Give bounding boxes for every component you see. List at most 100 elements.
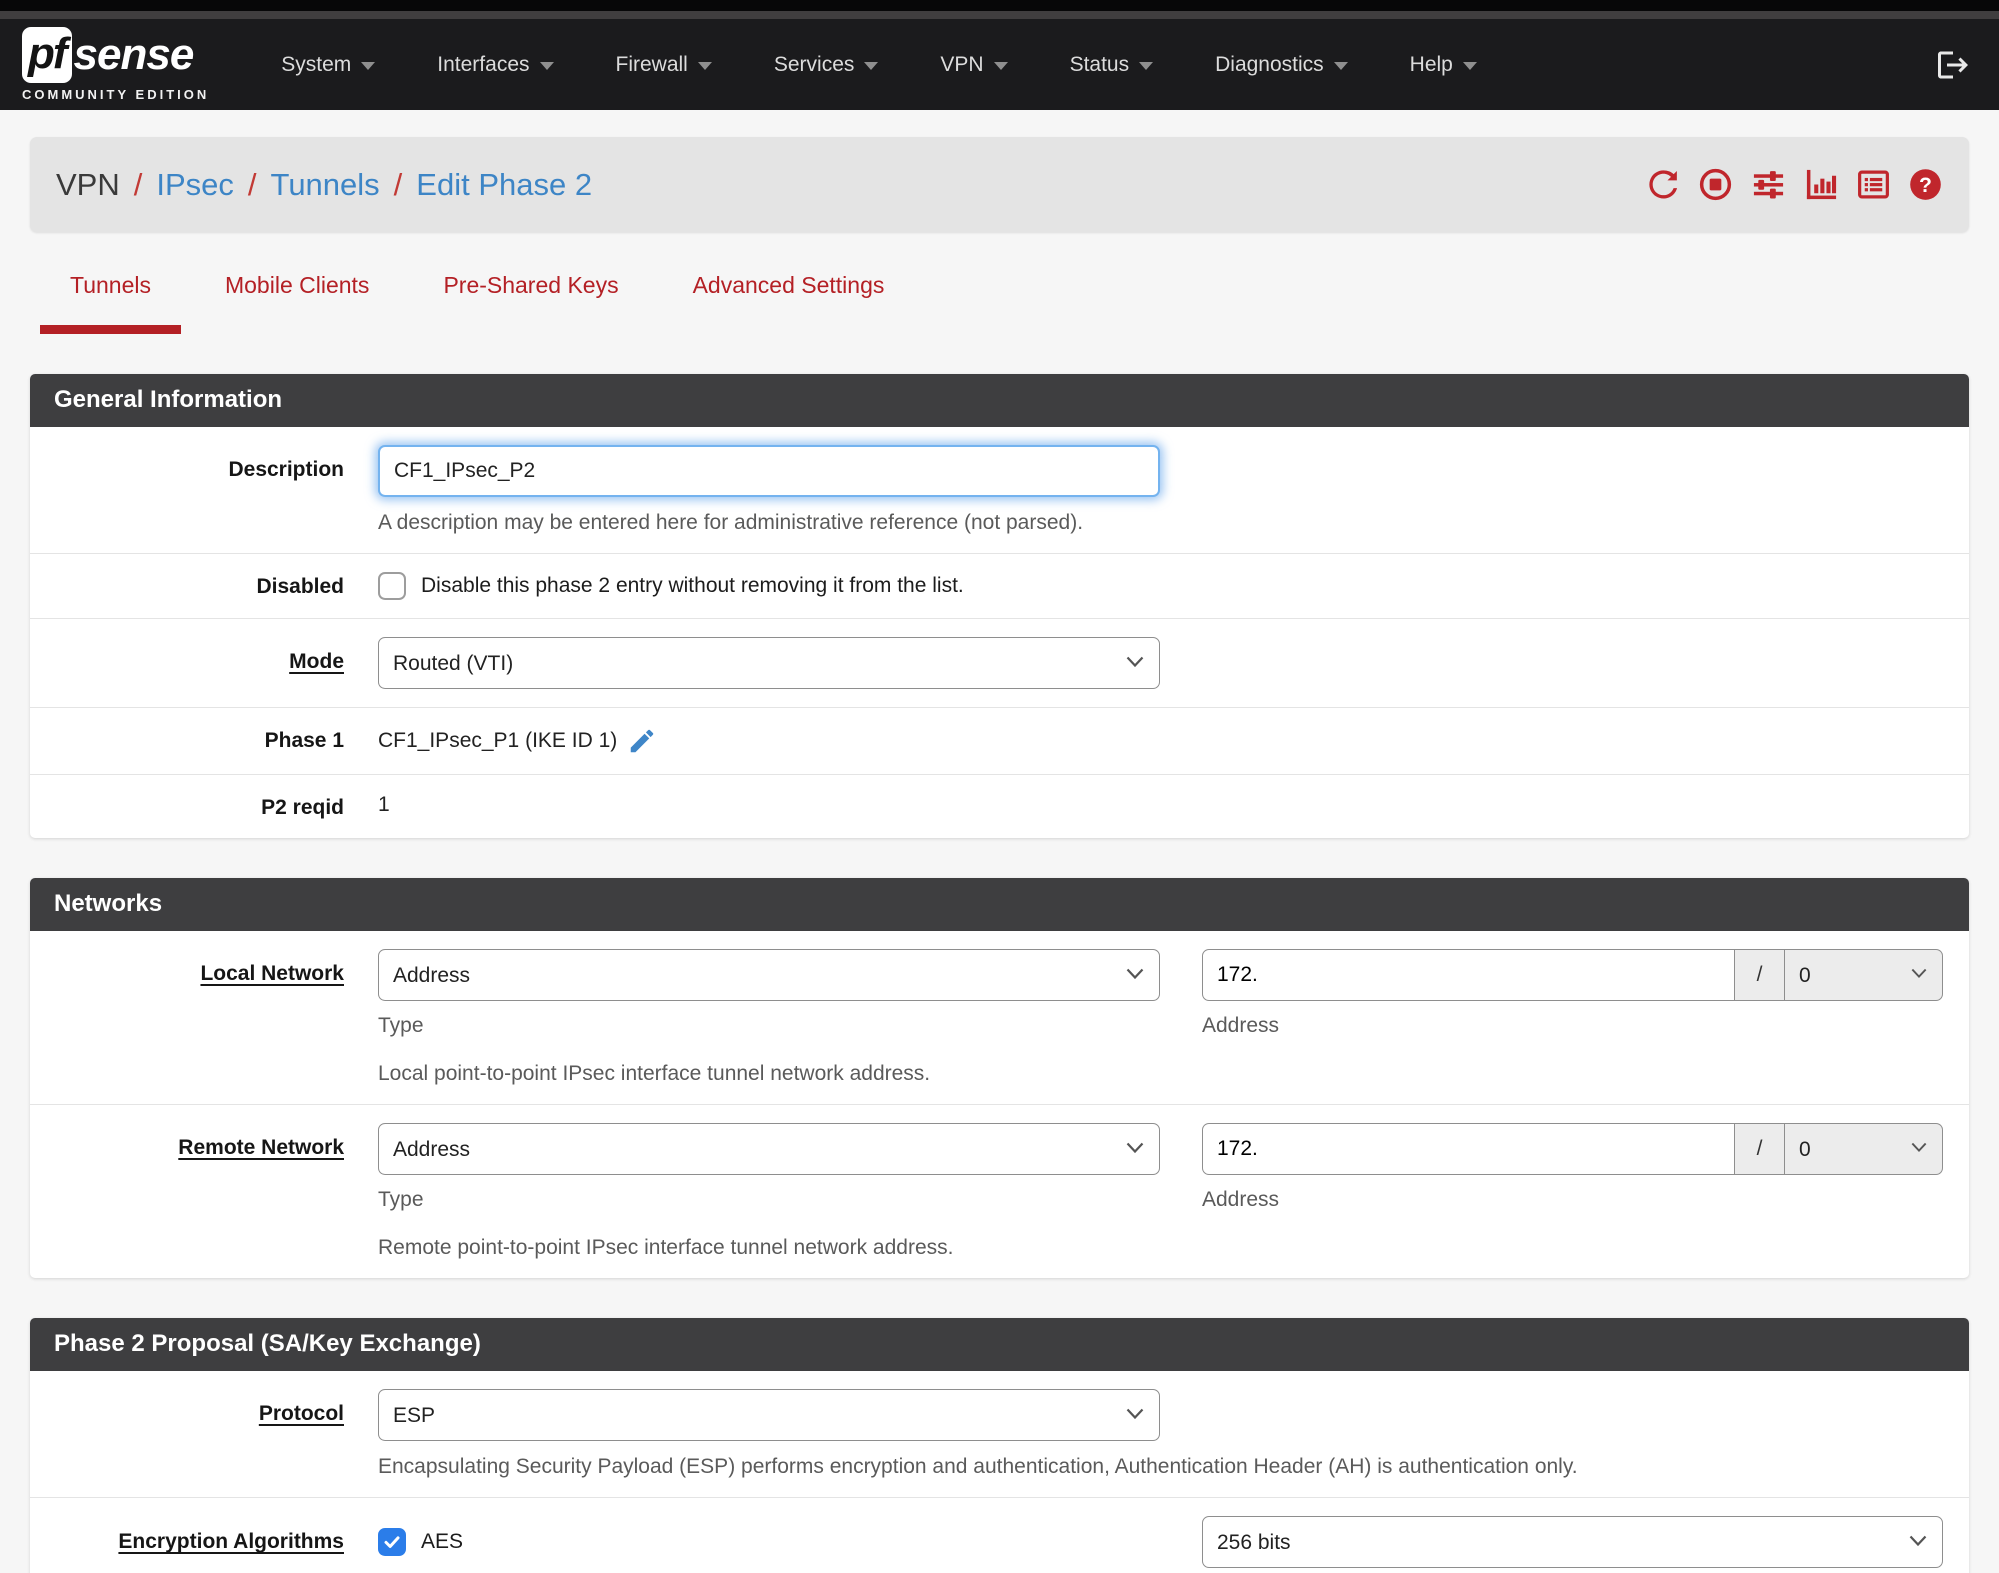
caret-down-icon xyxy=(1333,62,1348,70)
breadcrumb-link-tunnels[interactable]: Tunnels xyxy=(271,167,380,203)
local-network-type-caption: Type xyxy=(378,1014,424,1037)
general-information-panel: General Information Description A descri… xyxy=(30,374,1969,838)
breadcrumb-link-ipsec[interactable]: IPsec xyxy=(156,167,234,203)
phase1-row: Phase 1 CF1_IPsec_P1 (IKE ID 1) xyxy=(30,707,1969,774)
tab-advanced-settings[interactable]: Advanced Settings xyxy=(663,272,915,334)
local-network-help: Local point-to-point IPsec interface tun… xyxy=(378,1062,931,1085)
logo-edition-text: COMMUNITY EDITION xyxy=(22,87,210,102)
nav-item-interfaces[interactable]: Interfaces xyxy=(413,39,577,91)
top-navbar: pf sense COMMUNITY EDITION System Interf… xyxy=(0,19,1999,110)
nav-menu: System Interfaces Firewall Services VPN … xyxy=(257,39,1935,91)
tab-pre-shared-keys[interactable]: Pre-Shared Keys xyxy=(413,272,648,334)
description-input[interactable] xyxy=(378,445,1160,497)
refresh-icon[interactable] xyxy=(1646,167,1681,202)
caret-down-icon xyxy=(993,62,1008,70)
page-action-icons: ? xyxy=(1646,167,1943,202)
logo-pf-text: pf xyxy=(28,29,68,78)
protocol-label: Protocol xyxy=(258,1402,344,1425)
breadcrumb-link-edit-phase2[interactable]: Edit Phase 2 xyxy=(416,167,592,203)
breadcrumb-separator: / xyxy=(393,166,403,202)
description-row: Description A description may be entered… xyxy=(30,427,1969,553)
local-network-row: Local Network Address Type Local point-t… xyxy=(30,931,1969,1104)
window-sub-strip xyxy=(0,11,1999,19)
aes-keylength-select[interactable]: 256 bits xyxy=(1202,1516,1943,1568)
mode-label: Mode xyxy=(289,650,344,673)
bar-chart-icon[interactable] xyxy=(1804,167,1839,202)
remote-network-type-select[interactable]: Address xyxy=(378,1123,1160,1175)
local-network-label: Local Network xyxy=(200,962,344,985)
pfsense-logo[interactable]: pf sense COMMUNITY EDITION xyxy=(22,27,209,102)
protocol-row: Protocol ESP Encapsulating Security Payl… xyxy=(30,1371,1969,1497)
check-icon xyxy=(384,1536,400,1548)
mode-select[interactable]: Routed (VTI) xyxy=(378,637,1160,689)
disabled-checkbox-row[interactable]: Disable this phase 2 entry without remov… xyxy=(378,572,1943,600)
nav-item-diagnostics[interactable]: Diagnostics xyxy=(1191,39,1372,91)
sign-out-icon xyxy=(1938,51,1968,78)
remote-network-prefix-select[interactable]: 0 xyxy=(1785,1123,1943,1175)
phase2-proposal-panel: Phase 2 Proposal (SA/Key Exchange) Proto… xyxy=(30,1318,1969,1573)
slash-separator: / xyxy=(1735,949,1785,1001)
section-title-networks: Networks xyxy=(30,878,1969,931)
sliders-icon[interactable] xyxy=(1750,167,1787,202)
section-title-proposal: Phase 2 Proposal (SA/Key Exchange) xyxy=(30,1318,1969,1371)
protocol-select[interactable]: ESP xyxy=(378,1389,1160,1441)
description-label: Description xyxy=(228,458,344,481)
local-network-address-caption: Address xyxy=(1202,1014,1280,1037)
disabled-checkbox[interactable] xyxy=(378,572,406,600)
svg-text:?: ? xyxy=(1919,174,1932,197)
p2-reqid-value: 1 xyxy=(378,793,390,816)
caret-down-icon xyxy=(361,62,376,70)
edit-pencil-icon[interactable] xyxy=(627,726,657,756)
breadcrumb-separator: / xyxy=(247,166,257,202)
slash-separator: / xyxy=(1735,1123,1785,1175)
phase1-label: Phase 1 xyxy=(264,729,344,752)
caret-down-icon xyxy=(539,62,554,70)
section-title-general: General Information xyxy=(30,374,1969,427)
breadcrumb-vpn: VPN xyxy=(56,166,120,202)
tab-mobile-clients[interactable]: Mobile Clients xyxy=(195,272,399,334)
caret-down-icon xyxy=(1462,62,1477,70)
nav-item-services[interactable]: Services xyxy=(750,39,903,91)
nav-item-status[interactable]: Status xyxy=(1046,39,1178,91)
disabled-checkbox-label: Disable this phase 2 entry without remov… xyxy=(421,574,964,597)
aes-checkbox-label: AES xyxy=(421,1530,464,1553)
local-network-type-select[interactable]: Address xyxy=(378,949,1160,1001)
caret-down-icon xyxy=(1139,62,1154,70)
encryption-algorithms-label: Encryption Algorithms xyxy=(118,1530,344,1553)
encryption-checkbox-0[interactable] xyxy=(378,1528,406,1556)
tab-tunnels[interactable]: Tunnels xyxy=(40,272,181,334)
local-network-address-input[interactable] xyxy=(1202,949,1735,1001)
networks-panel: Networks Local Network Address Type Loca… xyxy=(30,878,1969,1278)
nav-item-help[interactable]: Help xyxy=(1386,39,1501,91)
remote-network-address-input[interactable] xyxy=(1202,1123,1735,1175)
breadcrumb: VPN / IPsec / Tunnels / Edit Phase 2 xyxy=(56,167,592,203)
page-tabs: Tunnels Mobile Clients Pre-Shared Keys A… xyxy=(30,272,1969,334)
nav-item-firewall[interactable]: Firewall xyxy=(592,39,736,91)
phase1-value: CF1_IPsec_P1 (IKE ID 1) xyxy=(378,729,618,752)
caret-down-icon xyxy=(697,62,712,70)
window-top-strip xyxy=(0,0,1999,11)
help-icon[interactable]: ? xyxy=(1908,167,1943,202)
caret-down-icon xyxy=(864,62,879,70)
pf-logo-box: pf xyxy=(22,27,72,83)
description-help: A description may be entered here for ad… xyxy=(378,511,1084,534)
disabled-label: Disabled xyxy=(256,575,344,598)
protocol-help: Encapsulating Security Payload (ESP) per… xyxy=(378,1455,1578,1478)
logout-button[interactable] xyxy=(1935,47,1971,83)
p2-reqid-label: P2 reqid xyxy=(261,796,344,819)
disabled-row: Disabled Disable this phase 2 entry with… xyxy=(30,553,1969,618)
logo-sense-text: sense xyxy=(73,30,195,79)
nav-item-vpn[interactable]: VPN xyxy=(916,39,1031,91)
encryption-row-aes: Encryption Algorithms AES 256 bits xyxy=(30,1497,1969,1573)
remote-network-help: Remote point-to-point IPsec interface tu… xyxy=(378,1236,954,1259)
remote-network-row: Remote Network Address Type Remote point… xyxy=(30,1104,1969,1278)
mode-row: Mode Routed (VTI) xyxy=(30,618,1969,707)
aes-checkbox-row[interactable]: AES xyxy=(378,1528,463,1556)
log-icon[interactable] xyxy=(1856,167,1891,202)
remote-network-type-caption: Type xyxy=(378,1188,424,1211)
nav-item-system[interactable]: System xyxy=(257,39,399,91)
remote-network-address-caption: Address xyxy=(1202,1188,1280,1211)
stop-icon[interactable] xyxy=(1698,167,1733,202)
local-network-prefix-select[interactable]: 0 xyxy=(1785,949,1943,1001)
breadcrumb-separator: / xyxy=(133,166,143,202)
